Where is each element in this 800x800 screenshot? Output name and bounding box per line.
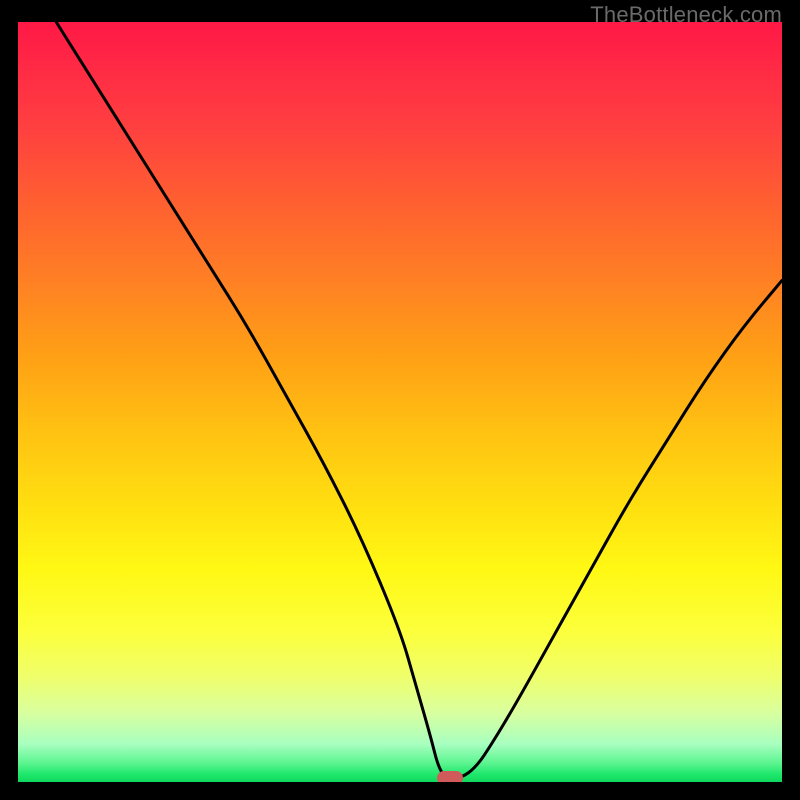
plot-area <box>18 22 782 782</box>
optimal-point-marker <box>437 771 463 782</box>
chart-frame: TheBottleneck.com <box>0 0 800 800</box>
bottleneck-curve <box>18 22 782 782</box>
watermark-text: TheBottleneck.com <box>590 2 782 28</box>
